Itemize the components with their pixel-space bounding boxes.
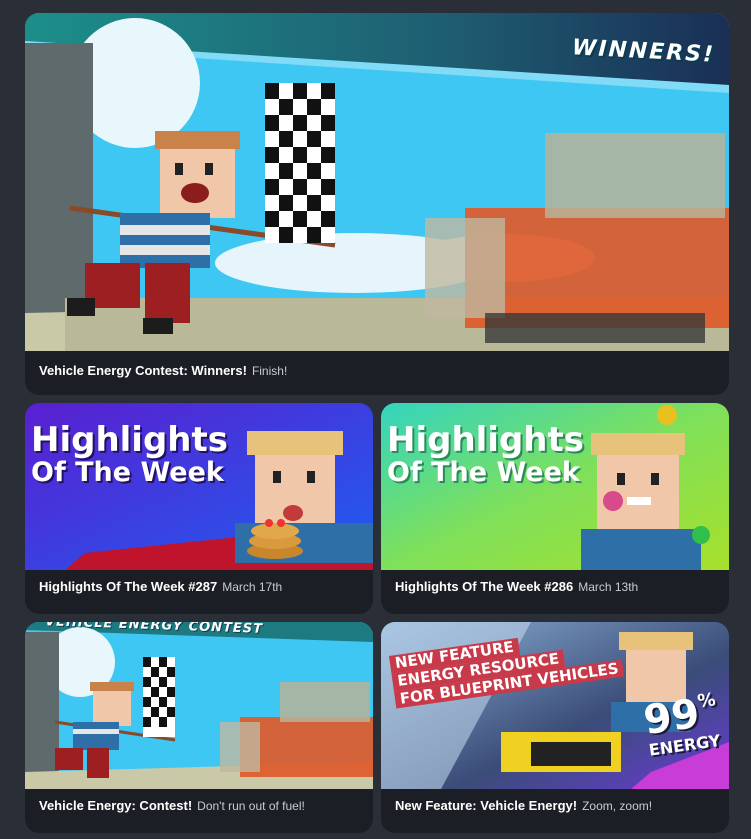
post-image[interactable]: Highlights Of The Week: [381, 403, 729, 570]
post-card-highlights-286[interactable]: Highlights Of The Week Highlights Of The…: [381, 403, 729, 614]
post-caption: Highlights Of The Week #286 March 13th: [395, 579, 719, 594]
post-image[interactable]: Highlights Of The Week: [25, 403, 373, 570]
post-caption: Highlights Of The Week #287 March 17th: [39, 579, 363, 594]
energy-percent: 99% ENERGY: [641, 689, 722, 760]
post-image[interactable]: VEHICLE ENERGY CONTEST: [25, 622, 373, 789]
featured-post-card[interactable]: WINNERS! Vehicle Energy Contest: Winners…: [25, 13, 729, 395]
post-title: New Feature: Vehicle Energy!: [395, 798, 578, 813]
post-title: Highlights Of The Week #287: [39, 579, 218, 594]
post-title: Vehicle Energy Contest: Winners!: [39, 363, 247, 378]
post-title: Vehicle Energy: Contest!: [39, 798, 193, 813]
post-card-highlights-287[interactable]: Highlights Of The Week Highlights Of The…: [25, 403, 373, 614]
post-caption: Vehicle Energy: Contest! Don't run out of…: [39, 798, 363, 813]
featured-post-image[interactable]: WINNERS!: [25, 13, 729, 351]
post-subtitle: March 17th: [222, 580, 283, 594]
post-image[interactable]: NEW FEATURE ENERGY RESOURCE FOR BLUEPRIN…: [381, 622, 729, 789]
post-card-vehicle-energy-contest[interactable]: VEHICLE ENERGY CONTEST Vehicle Energy: C…: [25, 622, 373, 833]
post-caption: New Feature: Vehicle Energy! Zoom, zoom!: [395, 798, 719, 813]
post-subtitle: March 13th: [578, 580, 639, 594]
post-subtitle: Don't run out of fuel!: [197, 799, 305, 813]
post-subtitle: Zoom, zoom!: [582, 799, 653, 813]
post-card-new-feature-vehicle-energy[interactable]: NEW FEATURE ENERGY RESOURCE FOR BLUEPRIN…: [381, 622, 729, 833]
post-title: Highlights Of The Week #286: [395, 579, 574, 594]
highlights-headline: Highlights Of The Week: [31, 420, 228, 488]
featured-post-caption: Vehicle Energy Contest: Winners! Finish!: [39, 363, 719, 378]
post-subtitle: Finish!: [251, 364, 288, 378]
highlights-headline: Highlights Of The Week: [387, 420, 584, 488]
